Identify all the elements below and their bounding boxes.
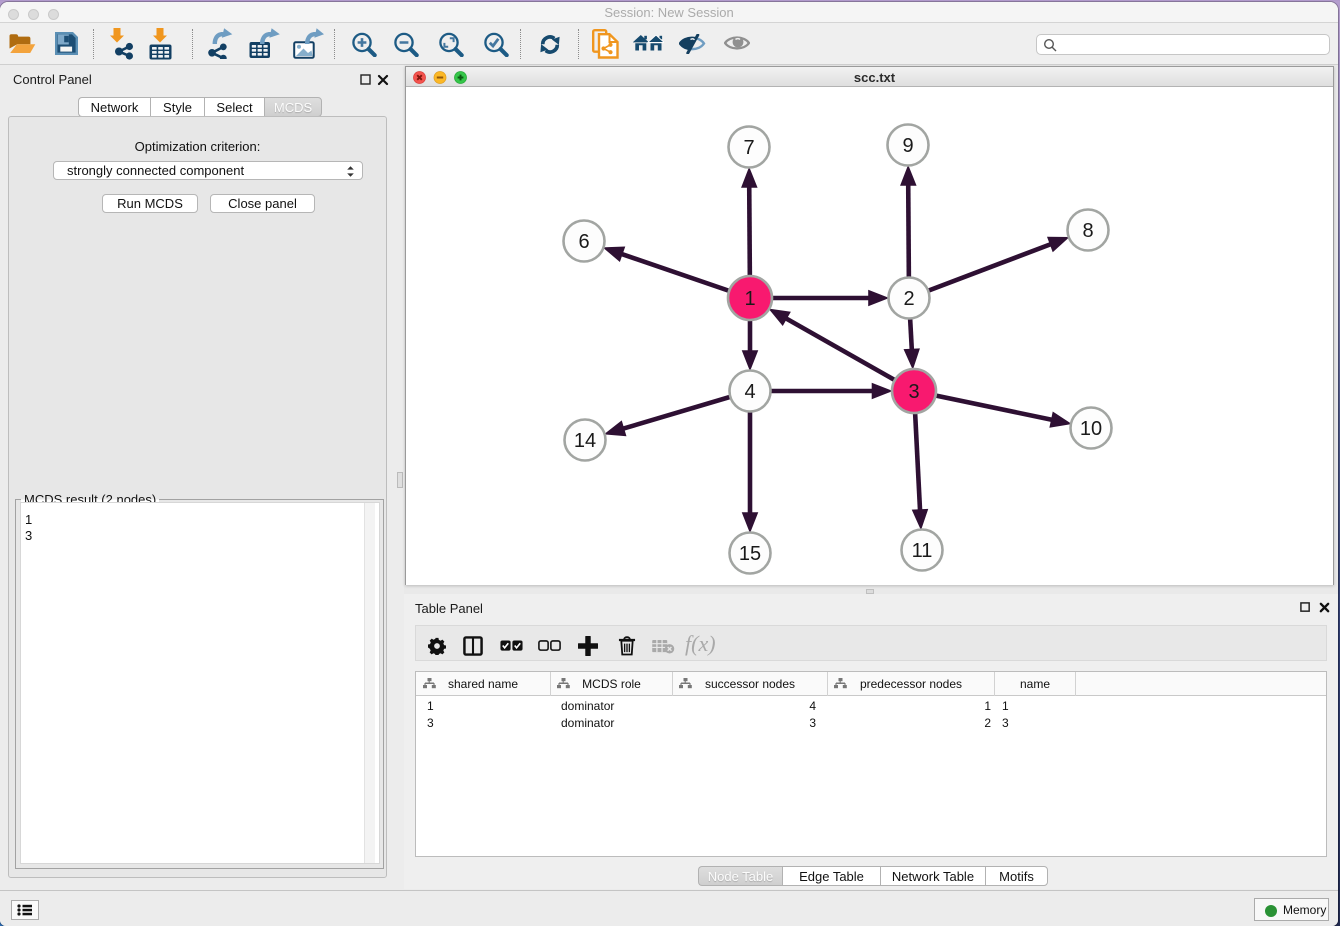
svg-text:3: 3 xyxy=(908,381,919,403)
svg-text:9: 9 xyxy=(902,135,913,157)
svg-text:1: 1 xyxy=(744,288,755,310)
svg-text:4: 4 xyxy=(744,381,755,403)
svg-text:2: 2 xyxy=(903,288,914,310)
svg-text:14: 14 xyxy=(574,430,596,452)
svg-text:10: 10 xyxy=(1080,418,1102,440)
svg-text:7: 7 xyxy=(743,137,754,159)
svg-text:15: 15 xyxy=(739,543,761,565)
svg-text:6: 6 xyxy=(578,231,589,253)
svg-text:11: 11 xyxy=(912,540,933,562)
svg-text:8: 8 xyxy=(1082,220,1093,242)
